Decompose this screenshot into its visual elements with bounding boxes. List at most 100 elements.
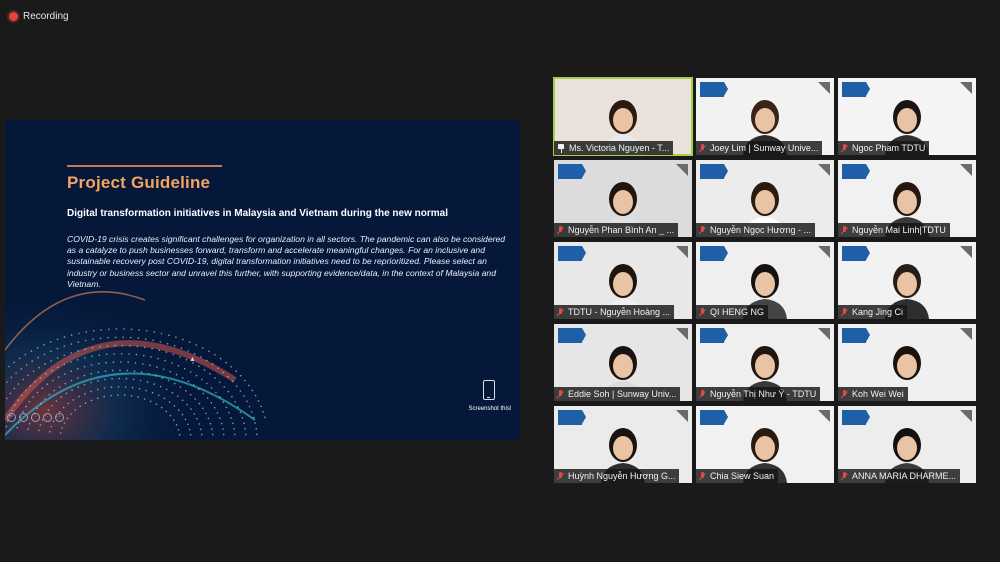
corner-triangle-icon — [676, 410, 688, 422]
participant-name-bar: Kang Jing Ci — [838, 305, 908, 319]
corner-triangle-icon — [818, 82, 830, 94]
organization-badge-icon — [558, 410, 586, 425]
organization-badge-icon — [700, 410, 728, 425]
participant-name: Eddie Soh | Sunway Univ... — [568, 389, 677, 399]
participant-name-bar: Koh Wei Wei — [838, 387, 908, 401]
recording-indicator[interactable]: Recording — [9, 9, 69, 23]
participant-name-bar: Eddie Soh | Sunway Univ... — [554, 387, 681, 401]
muted-mic-icon — [841, 471, 848, 481]
participant-name: ANNA MARIA DHARME... — [852, 471, 957, 481]
corner-triangle-icon — [960, 164, 972, 176]
participant-tile[interactable]: Ngoc Pham TDTU — [838, 78, 976, 155]
muted-mic-icon — [841, 225, 848, 235]
participant-tile[interactable]: Koh Wei Wei — [838, 324, 976, 401]
organization-badge-icon — [558, 246, 586, 261]
muted-mic-icon — [841, 389, 848, 399]
participant-tile[interactable]: Joey Lim | Sunway Unive... — [696, 78, 834, 155]
participant-name-bar: Nguyễn Thị Như Ý - TDTU — [696, 387, 821, 401]
participant-name-bar: Nguyễn Ngọc Hương - ... — [696, 223, 815, 237]
organization-badge-icon — [842, 328, 870, 343]
next-slide-icon[interactable]: › — [55, 413, 64, 422]
organization-badge-icon — [700, 164, 728, 179]
organization-badge-icon — [842, 246, 870, 261]
zoom-icon[interactable]: · — [31, 413, 40, 422]
pen-icon[interactable]: · — [19, 413, 28, 422]
organization-badge-icon — [842, 410, 870, 425]
organization-badge-icon — [700, 246, 728, 261]
participant-name-bar: Joey Lim | Sunway Unive... — [696, 141, 823, 155]
participant-tile[interactable]: Ms. Victoria Nguyen - T... — [553, 77, 693, 156]
organization-badge-icon — [700, 328, 728, 343]
participant-tile[interactable]: Huỳnh Nguyễn Hương G... — [554, 406, 692, 483]
participant-tile[interactable]: Nguyễn Phan Bình An _ ... — [554, 160, 692, 237]
participant-name: Joey Lim | Sunway Unive... — [710, 143, 819, 153]
muted-mic-icon — [699, 225, 706, 235]
muted-mic-icon — [557, 307, 564, 317]
muted-mic-icon — [699, 471, 706, 481]
slide-subtitle: Digital transformation initiatives in Ma… — [67, 208, 449, 219]
muted-mic-icon — [699, 307, 706, 317]
slide-heading: Project Guideline — [67, 173, 211, 192]
participant-name: QI HENG NG — [710, 307, 765, 317]
participant-name-bar: Chia Siew Suan — [696, 469, 779, 483]
corner-triangle-icon — [676, 164, 688, 176]
participant-tile[interactable]: Eddie Soh | Sunway Univ... — [554, 324, 692, 401]
muted-mic-icon — [557, 389, 564, 399]
corner-triangle-icon — [960, 82, 972, 94]
muted-mic-icon — [841, 307, 848, 317]
participant-name-bar: TDTU - Nguyễn Hoàng ... — [554, 305, 675, 319]
corner-triangle-icon — [960, 328, 972, 340]
muted-mic-icon — [699, 389, 706, 399]
muted-mic-icon — [557, 225, 564, 235]
participant-name: Nguyễn Phan Bình An _ ... — [568, 225, 675, 235]
muted-mic-icon — [699, 143, 706, 153]
participant-tile[interactable]: Nguyễn Ngọc Hương - ... — [696, 160, 834, 237]
participant-name: Nguyễn Mai Linh|TDTU — [852, 225, 946, 235]
participant-tile[interactable]: Nguyễn Mai Linh|TDTU — [838, 160, 976, 237]
corner-triangle-icon — [960, 246, 972, 258]
slide-nav-controls[interactable]: ‹ · · · › — [7, 413, 64, 422]
corner-triangle-icon — [960, 410, 972, 422]
corner-triangle-icon — [818, 410, 830, 422]
participant-name: TDTU - Nguyễn Hoàng ... — [568, 307, 671, 317]
pin-icon — [557, 143, 565, 153]
participant-name-bar: Ngoc Pham TDTU — [838, 141, 930, 155]
participant-tile[interactable]: Chia Siew Suan — [696, 406, 834, 483]
recording-dot-icon — [9, 11, 18, 21]
organization-badge-icon — [842, 164, 870, 179]
participant-name: Koh Wei Wei — [852, 389, 904, 399]
participant-name: Kang Jing Ci — [852, 307, 904, 317]
participant-name-bar: Ms. Victoria Nguyen - T... — [554, 141, 674, 155]
menu-icon[interactable]: · — [43, 413, 52, 422]
participant-tile[interactable]: QI HENG NG — [696, 242, 834, 319]
corner-triangle-icon — [818, 246, 830, 258]
screenshot-label: Screenshot this! — [468, 406, 512, 412]
prev-slide-icon[interactable]: ‹ — [7, 413, 16, 422]
shared-screen-slide: Project Guideline Digital transformation… — [5, 120, 520, 440]
participant-tile[interactable]: Nguyễn Thị Như Ý - TDTU — [696, 324, 834, 401]
participant-name: Ngoc Pham TDTU — [852, 143, 926, 153]
participant-name-bar: Huỳnh Nguyễn Hương G... — [554, 469, 680, 483]
muted-mic-icon — [841, 143, 848, 153]
participant-name-bar: ANNA MARIA DHARME... — [838, 469, 961, 483]
participant-name: Huỳnh Nguyễn Hương G... — [568, 471, 676, 481]
recording-label: Recording — [23, 10, 69, 22]
participant-tile[interactable]: ANNA MARIA DHARME... — [838, 406, 976, 483]
organization-badge-icon — [842, 82, 870, 97]
slide-body-text: COVID-19 crisis creates significant chal… — [67, 234, 506, 289]
corner-triangle-icon — [676, 246, 688, 258]
mouse-cursor-icon: ▲ — [189, 356, 196, 363]
organization-badge-icon — [558, 328, 586, 343]
participant-tile[interactable]: TDTU - Nguyễn Hoàng ... — [554, 242, 692, 319]
participant-tile[interactable]: Kang Jing Ci — [838, 242, 976, 319]
organization-badge-icon — [558, 164, 586, 179]
participant-name-bar: Nguyễn Mai Linh|TDTU — [838, 223, 950, 237]
corner-triangle-icon — [676, 328, 688, 340]
participant-name: Nguyễn Thị Như Ý - TDTU — [710, 389, 817, 399]
participant-name-bar: QI HENG NG — [696, 305, 769, 319]
corner-triangle-icon — [818, 328, 830, 340]
organization-badge-icon — [700, 82, 728, 97]
participant-name: Nguyễn Ngọc Hương - ... — [710, 225, 811, 235]
corner-triangle-icon — [818, 164, 830, 176]
muted-mic-icon — [557, 471, 564, 481]
